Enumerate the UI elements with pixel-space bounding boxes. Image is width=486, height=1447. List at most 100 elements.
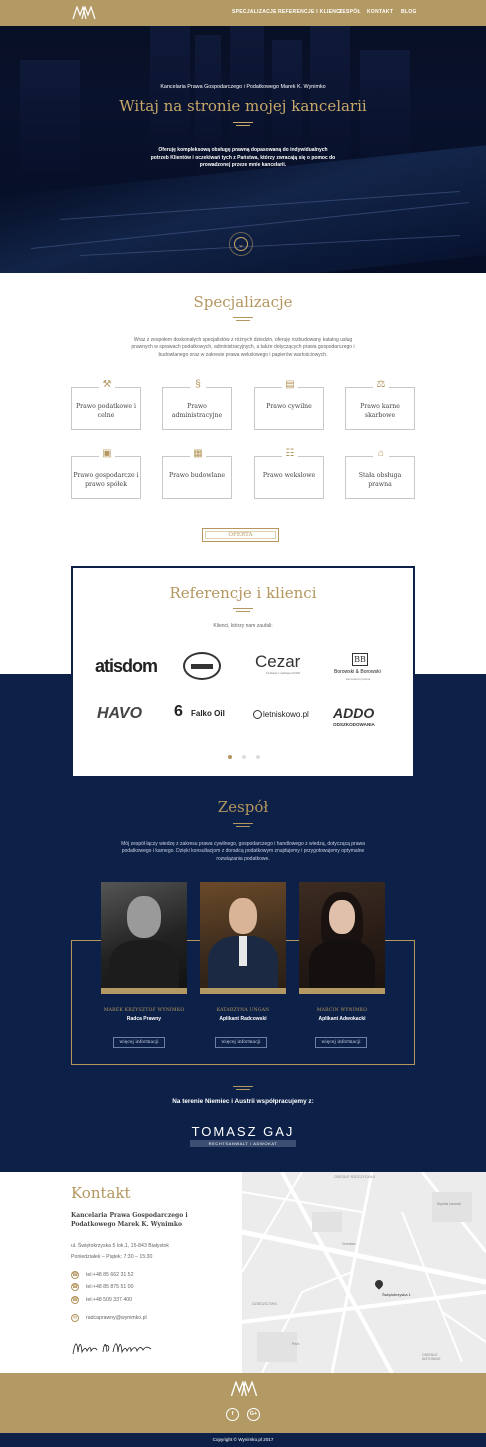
client-logo-cezar-sub: Konfekcja z nadzieją od 1993 — [266, 672, 300, 675]
spec-card-budowlane[interactable]: ▦ Prawo budowlane — [162, 447, 232, 499]
map-pin-icon[interactable] — [373, 1278, 385, 1291]
nav-item-specjalizacje[interactable]: SPECJALIZACJE — [232, 9, 277, 15]
contact-company: Kancelaria Prawa Gospodarczego i Podatko… — [71, 1212, 188, 1228]
divider — [236, 826, 250, 827]
team-member-name: MARCIN WYNIMKO — [316, 1008, 368, 1013]
logo[interactable] — [72, 6, 96, 20]
hero-section: Kancelaria Prawa Gospodarczego i Podatko… — [0, 0, 486, 273]
client-logo-emblem — [183, 652, 221, 680]
map-label: OSIEDLE ANTONIUK — [422, 1353, 441, 1361]
team-photo-marek — [101, 882, 187, 994]
client-logo-addo-sub: ODSZKODOWANIA — [333, 722, 375, 727]
team-title: Zespół — [217, 798, 269, 816]
team-photo-marcin — [299, 882, 385, 994]
divider — [233, 317, 253, 318]
spec-card-label: Prawo podatkowe i celne — [76, 403, 136, 419]
nav-item-zespol[interactable]: ZESPÓŁ — [339, 9, 361, 15]
phone-icon: ☎ — [71, 1283, 79, 1291]
more-info-button[interactable]: więcej informacji — [113, 1037, 165, 1048]
team-member-role: Aplikant Radcowski — [219, 1016, 267, 1022]
more-info-button[interactable]: więcej informacji — [315, 1037, 367, 1048]
tools-icon: ⚒ — [99, 378, 115, 392]
map-label: OSIEDLE RZECZYCKA II — [334, 1175, 376, 1179]
spec-card-cywilne[interactable]: ▤ Prawo cywilne — [254, 378, 324, 430]
hero-subtitle: Kancelaria Prawa Gospodarczego i Podatko… — [160, 84, 326, 90]
ref-subtitle: Klienci, którzy nam zaufali: — [213, 623, 273, 629]
partner-text: Na terenie Niemiec i Austrii współpracuj… — [172, 1098, 314, 1105]
divider — [233, 608, 253, 609]
carousel-dot-active[interactable] — [228, 755, 232, 759]
register-icon: ▤ — [282, 378, 298, 392]
map-label: Cmentarz — [342, 1242, 356, 1246]
map-label: Wydział Lekarski — [437, 1202, 461, 1206]
map-label: Świętokrzyska 1 — [382, 1292, 411, 1297]
partner-name: TOMASZ GAJ — [191, 1124, 295, 1139]
buildings-icon: ▦ — [190, 447, 206, 461]
contact-phone-3[interactable]: tel:+48 509 337 400 — [86, 1297, 132, 1303]
spec-card-administracyjne[interactable]: § Prawo administracyjne — [162, 378, 232, 430]
email-icon: ✉ — [71, 1314, 79, 1322]
divider — [236, 1089, 250, 1090]
team-member-role: Aplikant Adwokacki — [318, 1016, 366, 1022]
client-logo-borowski: Borowski & Borowski — [334, 669, 381, 675]
location-map[interactable]: Świętokrzyska 1 OSIEDLE ANTONIUK Park DZ… — [242, 1172, 486, 1373]
spec-card-wekslowe[interactable]: ☷ Prawo wekslowe — [254, 447, 324, 499]
contact-title: Kontakt — [71, 1184, 131, 1202]
spec-card-stala-obsluga[interactable]: ⌂ Stała obsługa prawna — [345, 447, 415, 499]
chevron-down-icon: ⌄ — [234, 237, 248, 251]
spec-card-label: Stała obsługa prawna — [358, 472, 402, 488]
partner-logo-tomasz-gaj[interactable]: TOMASZ GAJ RECHTSANWALT / ADWOKAT — [190, 1124, 296, 1148]
hero-text: Oferuję kompleksową obsługę prawną dopas… — [150, 147, 336, 168]
oferta-button[interactable]: OFERTA — [202, 528, 279, 542]
spec-card-gospodarcze[interactable]: ▣ Prawo gospodarcze i prawo spółek — [71, 447, 141, 499]
spec-card-label: Prawo cywilne — [266, 403, 312, 410]
client-logo-atisdom: atisdom — [95, 656, 158, 676]
spec-card-label: Prawo gospodarcze i prawo spółek — [73, 472, 139, 488]
more-info-button[interactable]: więcej informacji — [215, 1037, 267, 1048]
signature-image — [72, 1343, 152, 1355]
contact-email[interactable]: radcaprawny@wynimko.pl — [86, 1315, 147, 1321]
presentation-icon: ▣ — [99, 447, 115, 461]
team-photo-katarzyna — [200, 882, 286, 994]
borowski-monogram: BB — [352, 653, 368, 666]
top-navbar: SPECJALIZACJE REFERENCJE I KLIENCI ZESPÓ… — [0, 0, 486, 26]
contact-hours: Poniedziałek – Piątek: 7:30 – 15:30 — [71, 1254, 153, 1260]
client-logo-letniskowo: letniskowo.pl — [263, 710, 309, 719]
contact-phone-1[interactable]: tel:+48 85 662 31 52 — [86, 1272, 133, 1278]
team-text: Mój zespół łączy wiedzę z zakresu prawa … — [121, 841, 365, 862]
nav-item-kontakt[interactable]: KONTAKT — [367, 9, 393, 15]
spec-card-karne[interactable]: ⚖ Prawo karne skarbowe — [345, 378, 415, 430]
divider — [236, 320, 250, 321]
divider — [233, 823, 253, 824]
contact-address: ul. Świętokrzyska 5 lok.1, 15-843 Białys… — [71, 1243, 170, 1249]
nav-item-referencje[interactable]: REFERENCJE I KLIENCI — [278, 9, 342, 15]
spec-card-podatkowe[interactable]: ⚒ Prawo podatkowe i celne — [71, 378, 141, 430]
facebook-icon[interactable]: f — [226, 1408, 239, 1421]
phone-icon: ☎ — [71, 1271, 79, 1279]
spec-text: Wraz z zespołem doskonałych specjalistów… — [131, 337, 355, 358]
phone-icon: ☎ — [71, 1296, 79, 1304]
paragraph-icon: § — [190, 378, 206, 392]
spec-card-label: Prawo budowlane — [168, 472, 226, 479]
hero-title: Witaj na stronie mojej kancelarii — [119, 97, 367, 115]
team-member-role: Radca Prawny — [126, 1016, 162, 1022]
scroll-down-button[interactable]: ⌄ — [229, 232, 253, 256]
footer-logo[interactable] — [228, 1381, 260, 1397]
map-label: DZIEDZICTWO — [252, 1302, 277, 1306]
google-plus-icon[interactable]: G+ — [247, 1408, 260, 1421]
carousel-dot[interactable] — [256, 755, 260, 759]
spec-card-label: Prawo wekslowe — [262, 472, 316, 479]
contact-phone-2[interactable]: tel:+48 85 875 51 00 — [86, 1284, 133, 1290]
nav-item-blog[interactable]: BLOG — [401, 9, 417, 15]
document-icon: ☷ — [282, 447, 298, 461]
map-label: Park — [292, 1342, 300, 1346]
ref-title: Referencje i klienci — [169, 584, 317, 602]
letniskowo-emblem-icon — [253, 710, 262, 719]
footer — [0, 1373, 486, 1433]
carousel-dot[interactable] — [242, 755, 246, 759]
client-logo-borowski-sub: kancelaria prawna — [346, 677, 371, 681]
client-logo-addo: ADDO — [333, 705, 375, 721]
divider — [233, 122, 253, 123]
client-logo-cezar: Cezar — [255, 652, 301, 671]
divider — [233, 1086, 253, 1087]
